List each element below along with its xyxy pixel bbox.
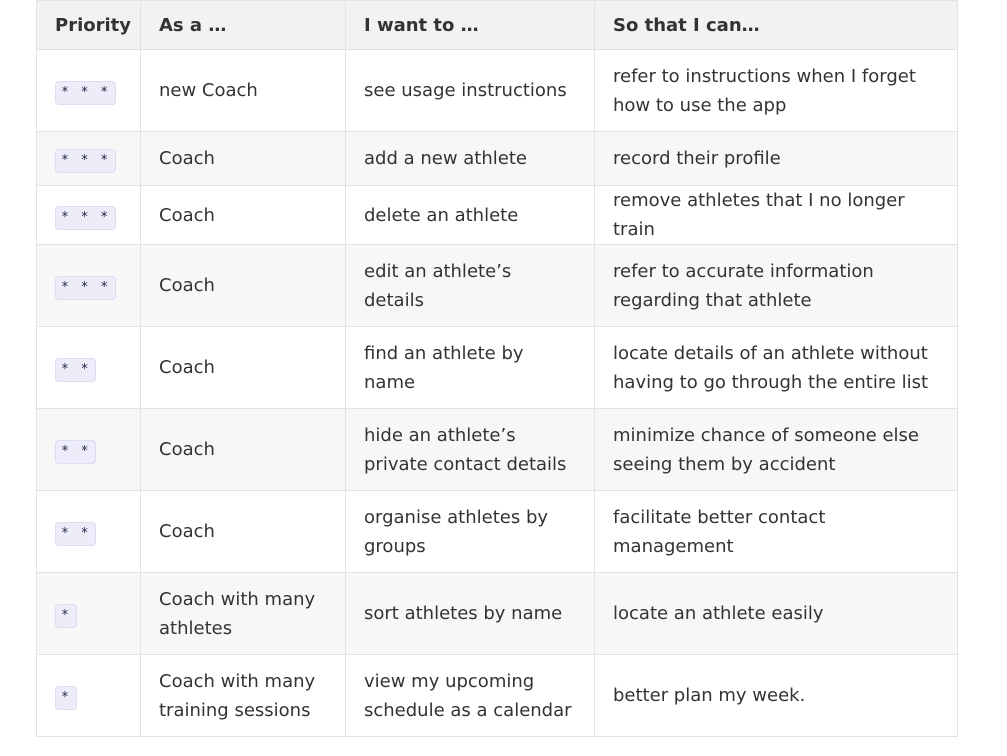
priority-badge: * * *	[55, 149, 117, 173]
so-that-cell: facilitate better contact management	[594, 490, 958, 573]
priority-cell: * * *	[36, 49, 141, 132]
table-row: * * Coach hide an athlete’s private cont…	[36, 408, 958, 491]
priority-cell: *	[36, 572, 141, 655]
as-a-cell: new Coach	[140, 49, 346, 132]
header-i-want-to: I want to …	[345, 0, 595, 50]
so-that-cell: locate details of an athlete without hav…	[594, 326, 958, 409]
want-cell: add a new athlete	[345, 131, 595, 186]
as-a-cell: Coach	[140, 244, 346, 327]
priority-badge: *	[55, 686, 77, 710]
priority-badge: * * *	[55, 205, 117, 230]
as-a-cell: Coach with many training sessions	[140, 654, 346, 737]
want-cell: view my upcoming schedule as a calendar	[345, 654, 595, 737]
want-cell: hide an athlete’s private contact detail…	[345, 408, 595, 491]
table-row: * * * Coach edit an athlete’s details re…	[36, 244, 958, 327]
priority-badge: * * *	[55, 81, 117, 105]
so-that-cell: minimize chance of someone else seeing t…	[594, 408, 958, 491]
want-cell: delete an athlete	[345, 185, 595, 245]
table-row: * * * Coach delete an athlete remove ath…	[36, 185, 958, 245]
priority-badge: *	[55, 604, 77, 628]
user-stories-table: Priority As a … I want to … So that I ca…	[36, 0, 958, 737]
so-that-cell: record their profile	[594, 131, 958, 186]
priority-badge: * *	[55, 522, 97, 546]
priority-cell: *	[36, 654, 141, 737]
as-a-cell: Coach	[140, 185, 346, 245]
table-row: * * * new Coach see usage instructions r…	[36, 49, 958, 132]
table-header-row: Priority As a … I want to … So that I ca…	[36, 0, 958, 50]
priority-cell: * * *	[36, 131, 141, 186]
table-row: * * Coach find an athlete by name locate…	[36, 326, 958, 409]
table-row: * * Coach organise athletes by groups fa…	[36, 490, 958, 573]
priority-badge: * *	[55, 358, 97, 382]
priority-cell: * * *	[36, 244, 141, 327]
header-priority: Priority	[36, 0, 141, 50]
want-cell: organise athletes by groups	[345, 490, 595, 573]
priority-badge: * *	[55, 440, 97, 464]
want-cell: find an athlete by name	[345, 326, 595, 409]
header-as-a: As a …	[140, 0, 346, 50]
priority-cell: * * *	[36, 185, 141, 245]
so-that-cell: refer to accurate information regarding …	[594, 244, 958, 327]
as-a-cell: Coach	[140, 131, 346, 186]
table-row: * * * Coach add a new athlete record the…	[36, 131, 958, 186]
so-that-cell: refer to instructions when I forget how …	[594, 49, 958, 132]
priority-badge: * * *	[55, 276, 117, 300]
table-row: * Coach with many athletes sort athletes…	[36, 572, 958, 655]
as-a-cell: Coach	[140, 326, 346, 409]
header-so-that: So that I can…	[594, 0, 958, 50]
as-a-cell: Coach with many athletes	[140, 572, 346, 655]
as-a-cell: Coach	[140, 408, 346, 491]
want-cell: edit an athlete’s details	[345, 244, 595, 327]
table-row: * Coach with many training sessions view…	[36, 654, 958, 737]
user-stories-table-container: Priority As a … I want to … So that I ca…	[36, 0, 958, 737]
so-that-cell: remove athletes that I no longer train	[594, 185, 958, 245]
want-cell: see usage instructions	[345, 49, 595, 132]
priority-cell: * *	[36, 408, 141, 491]
priority-cell: * *	[36, 490, 141, 573]
as-a-cell: Coach	[140, 490, 346, 573]
so-that-cell: locate an athlete easily	[594, 572, 958, 655]
priority-cell: * *	[36, 326, 141, 409]
so-that-cell: better plan my week.	[594, 654, 958, 737]
want-cell: sort athletes by name	[345, 572, 595, 655]
